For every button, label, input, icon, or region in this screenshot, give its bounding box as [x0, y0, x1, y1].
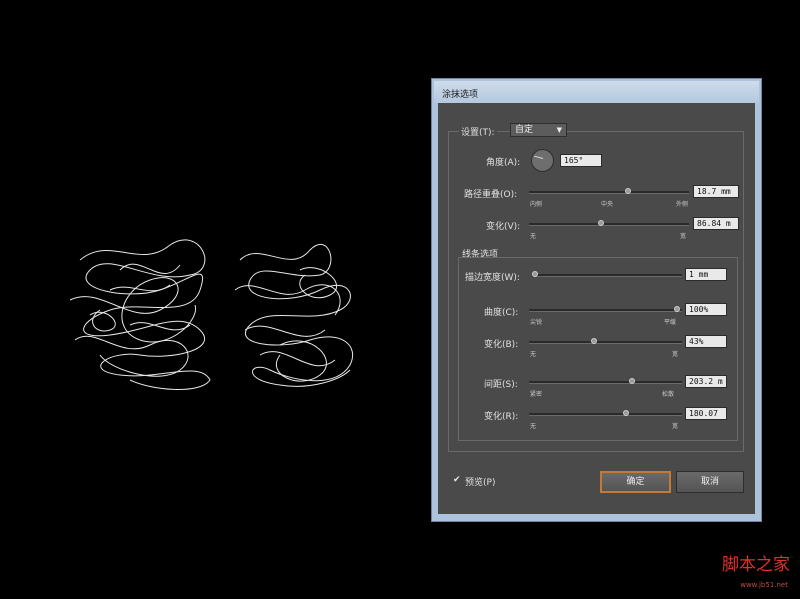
stroke-width-input[interactable]: 1 mm	[685, 268, 727, 281]
spacing-min: 紧密	[530, 391, 543, 398]
cancel-button[interactable]: 取消	[676, 471, 744, 493]
spacing-max: 松散	[662, 391, 675, 398]
curviness-variation-label: 变化(B):	[484, 340, 519, 350]
variation-min: 无	[530, 233, 537, 240]
spacing-label: 间距(S):	[484, 380, 518, 390]
scribble-options-dialog: 涂抹选项 设置(T): 自定 ▼ 角度(A): 165° 路径重叠(O): 内侧…	[431, 78, 762, 522]
watermark-logo: 脚本之家	[722, 555, 790, 575]
curviness-thumb[interactable]	[674, 306, 680, 312]
curviness-variation-thumb[interactable]	[591, 338, 597, 344]
spacing-thumb[interactable]	[629, 378, 635, 384]
curviness-variation-input[interactable]: 43%	[685, 335, 727, 348]
curviness-min: 尖锐	[530, 319, 543, 326]
angle-dial[interactable]	[531, 149, 554, 172]
curviness-slider[interactable]	[529, 309, 682, 312]
chevron-down-icon: ▼	[556, 126, 562, 134]
path-overlap-min: 内侧	[530, 201, 543, 208]
variation-input[interactable]: 86.84 m	[693, 217, 739, 230]
curviness-variation-max: 宽	[672, 351, 679, 358]
spacing-variation-input[interactable]: 180.07	[685, 407, 727, 420]
spacing-slider[interactable]	[529, 381, 682, 384]
curviness-input[interactable]: 100%	[685, 303, 727, 316]
angle-indicator-icon	[534, 155, 544, 159]
checkmark-icon: ✔	[453, 475, 461, 485]
path-overlap-label: 路径重叠(O):	[464, 190, 518, 200]
preview-checkbox[interactable]: ✔ 预览(P)	[453, 475, 533, 488]
settings-value: 自定	[515, 125, 534, 135]
curviness-max: 平缓	[664, 319, 677, 326]
spacing-variation-label: 变化(R):	[484, 412, 519, 422]
variation-thumb[interactable]	[598, 220, 604, 226]
settings-label: 设置(T):	[459, 125, 497, 138]
spacing-variation-min: 无	[530, 423, 537, 430]
spacing-variation-max: 宽	[672, 423, 679, 430]
stroke-width-label: 描边宽度(W):	[465, 273, 520, 283]
watermark-url: www.jb51.net	[740, 581, 788, 589]
scribble-left	[79, 239, 211, 390]
curviness-label: 曲度(C):	[484, 308, 519, 318]
scribble-right	[239, 243, 353, 387]
path-overlap-max: 外侧	[676, 201, 689, 208]
path-overlap-thumb[interactable]	[625, 188, 631, 194]
variation-max: 宽	[680, 233, 687, 240]
path-overlap-input[interactable]: 18.7 mm	[693, 185, 739, 198]
dialog-titlebar[interactable]: 涂抹选项	[434, 81, 759, 103]
spacing-variation-thumb[interactable]	[623, 410, 629, 416]
spacing-variation-slider[interactable]	[529, 413, 682, 416]
spacing-input[interactable]: 203.2 m	[685, 375, 727, 388]
variation-label: 变化(V):	[486, 222, 521, 232]
preview-label: 预览(P)	[465, 478, 496, 488]
angle-input[interactable]: 165°	[560, 154, 602, 167]
settings-dropdown[interactable]: 自定 ▼	[510, 123, 567, 137]
path-overlap-slider[interactable]	[529, 191, 689, 194]
stroke-width-thumb[interactable]	[532, 271, 538, 277]
variation-slider[interactable]	[529, 223, 689, 226]
path-overlap-mid: 中央	[601, 201, 614, 208]
dialog-body: 设置(T): 自定 ▼ 角度(A): 165° 路径重叠(O): 内侧 中央 外…	[438, 103, 755, 514]
dialog-title: 涂抹选项	[442, 90, 479, 100]
ok-button[interactable]: 确定	[600, 471, 671, 493]
stroke-width-slider[interactable]	[534, 274, 682, 277]
angle-label: 角度(A):	[486, 158, 521, 168]
curviness-variation-min: 无	[530, 351, 537, 358]
scribble-artwork	[69, 239, 353, 390]
curviness-variation-slider[interactable]	[529, 341, 682, 344]
